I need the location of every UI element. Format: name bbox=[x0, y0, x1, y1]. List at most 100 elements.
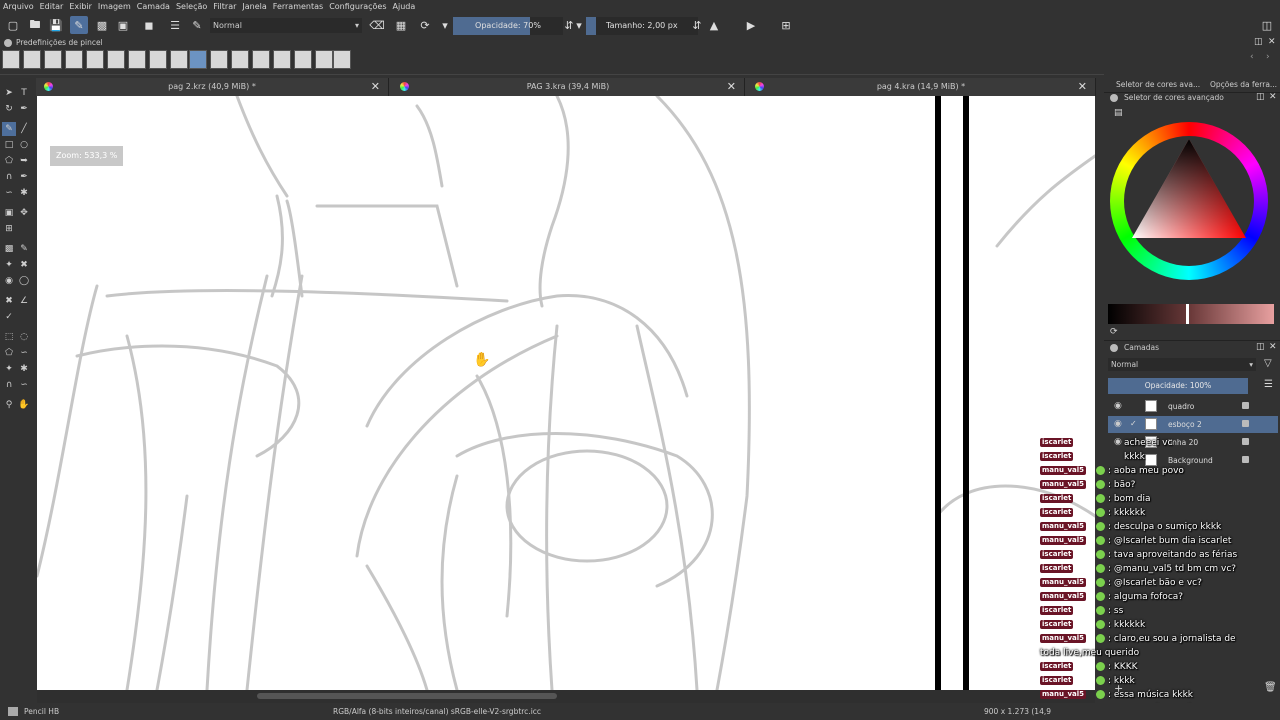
crop-tool-icon[interactable]: ⊞ bbox=[2, 222, 16, 236]
tab-pag-3[interactable]: PAG 3.kra (39,4 MiB) ✕ bbox=[392, 78, 745, 96]
mirror-horizontal-icon[interactable]: ▲ bbox=[705, 16, 723, 34]
menu-selecao[interactable]: Seleção bbox=[173, 0, 210, 13]
transform-tool-icon[interactable]: ▣ bbox=[2, 206, 16, 220]
bezier-select-icon[interactable]: ∩ bbox=[2, 378, 16, 392]
size-slider[interactable]: Tamanho: 2,00 px bbox=[586, 17, 698, 35]
tab-tool-options[interactable]: Opções da ferra... bbox=[1210, 78, 1277, 92]
tab-pag-2[interactable]: pag 2.krz (40,9 MiB) * ✕ bbox=[36, 78, 389, 96]
zoom-tool-icon[interactable]: ⚲ bbox=[2, 398, 16, 412]
brush-preset[interactable] bbox=[128, 50, 146, 69]
status-color-space[interactable]: RGB/Alfa (8-bits inteiros/canal) sRGB-el… bbox=[333, 703, 541, 720]
float-icon[interactable]: ◫ bbox=[1254, 37, 1263, 47]
layer-row-quadro[interactable]: ◉ quadro bbox=[1108, 398, 1278, 415]
dynamic-brush-icon[interactable]: ∽ bbox=[2, 186, 16, 200]
check-icon[interactable]: ✓ bbox=[1130, 419, 1137, 428]
open-folder-icon[interactable]: 🖿 bbox=[26, 16, 44, 34]
tab-color-selector[interactable]: Seletor de cores ava... bbox=[1116, 78, 1200, 92]
save-icon[interactable]: 💾 bbox=[47, 16, 65, 34]
move-tool-icon[interactable]: ✥ bbox=[17, 206, 31, 220]
brush-preset[interactable] bbox=[149, 50, 167, 69]
reload-preset-icon[interactable]: ⟳ bbox=[416, 16, 434, 34]
fill-tool-icon[interactable]: ◉ bbox=[2, 274, 16, 288]
calligraphy-icon[interactable]: ✒ bbox=[17, 102, 31, 116]
brush-preset[interactable] bbox=[210, 50, 228, 69]
menu-filtrar[interactable]: Filtrar bbox=[210, 0, 239, 13]
brush-preset[interactable] bbox=[44, 50, 62, 69]
brush-preset[interactable] bbox=[2, 50, 20, 69]
chevron-down-icon[interactable]: ▾ bbox=[436, 16, 454, 34]
color-slider-handle[interactable] bbox=[1186, 304, 1189, 324]
pan-tool-icon[interactable]: ✋ bbox=[17, 398, 31, 412]
contiguous-select-icon[interactable]: ✦ bbox=[2, 362, 16, 376]
close-icon[interactable]: ✕ bbox=[1269, 342, 1277, 352]
saturation-value-triangle[interactable] bbox=[1124, 136, 1254, 266]
menu-icon[interactable]: ☰ bbox=[1264, 379, 1273, 390]
brush-preset[interactable] bbox=[23, 50, 41, 69]
freehand-brush-icon[interactable]: ✎ bbox=[2, 122, 16, 136]
filter-icon[interactable]: ▽ bbox=[1264, 358, 1272, 369]
brush-preset-icon[interactable]: ✎ bbox=[70, 16, 88, 34]
close-icon[interactable]: ✕ bbox=[1078, 80, 1087, 93]
menu-ferramentas[interactable]: Ferramentas bbox=[270, 0, 326, 13]
edit-brush-icon[interactable]: ✎ bbox=[188, 16, 206, 34]
color-history-bar[interactable] bbox=[1108, 304, 1274, 324]
brush-preset-selected[interactable] bbox=[189, 50, 207, 69]
pin-icon[interactable]: ✓ bbox=[2, 310, 16, 324]
chevron-left-icon[interactable]: ‹ bbox=[1250, 52, 1254, 62]
rectangle-tool-icon[interactable]: □ bbox=[2, 138, 16, 152]
eye-icon[interactable]: ◉ bbox=[1114, 398, 1122, 415]
bezier-tool-icon[interactable]: ∩ bbox=[2, 170, 16, 184]
freehand-select-icon[interactable]: ∽ bbox=[17, 346, 31, 360]
drawing-canvas[interactable]: Zoom: 533,3 % ✋ bbox=[37, 96, 1095, 690]
close-icon[interactable]: ✕ bbox=[727, 80, 736, 93]
chevron-right-icon[interactable]: › bbox=[1266, 52, 1270, 62]
select-shapes-icon[interactable]: ➤ bbox=[2, 86, 16, 100]
eraser-icon[interactable]: ⌫ bbox=[368, 16, 386, 34]
ellipse-select-icon[interactable]: ◌ bbox=[17, 330, 31, 344]
lock-icon[interactable] bbox=[1242, 420, 1249, 427]
scrollbar-thumb[interactable] bbox=[257, 693, 557, 699]
measure-tool-icon[interactable]: ∠ bbox=[17, 294, 31, 308]
lock-icon[interactable] bbox=[1242, 402, 1249, 409]
smart-patch-icon[interactable]: ✦ bbox=[2, 258, 16, 272]
refresh-icon[interactable]: ⟳ bbox=[1110, 327, 1118, 337]
brush-preset[interactable] bbox=[333, 50, 351, 69]
ellipse-tool-icon[interactable]: ○ bbox=[17, 138, 31, 152]
rect-select-icon[interactable]: ⬚ bbox=[2, 330, 16, 344]
edit-shapes-icon[interactable]: ↻ bbox=[2, 102, 16, 116]
menu-arquivo[interactable]: Arquivo bbox=[0, 0, 37, 13]
brush-preset[interactable] bbox=[65, 50, 83, 69]
pattern-icon[interactable]: ▣ bbox=[114, 16, 132, 34]
menu-imagem[interactable]: Imagem bbox=[95, 0, 134, 13]
polyline-tool-icon[interactable]: ➥ bbox=[17, 154, 31, 168]
horizontal-scrollbar[interactable] bbox=[37, 690, 1095, 703]
color-picker-icon[interactable]: ✎ bbox=[17, 242, 31, 256]
brush-preset[interactable] bbox=[231, 50, 249, 69]
reference-tool-icon[interactable]: ✖ bbox=[2, 294, 16, 308]
magnetic-select-icon[interactable]: ∽ bbox=[17, 378, 31, 392]
size-stepper-icon[interactable]: ⇵ bbox=[688, 16, 706, 34]
assistant-tool-icon[interactable]: ✖ bbox=[17, 258, 31, 272]
new-document-icon[interactable]: ▢ bbox=[4, 16, 22, 34]
line-tool-icon[interactable]: ╱ bbox=[17, 122, 31, 136]
brush-preset[interactable] bbox=[107, 50, 125, 69]
brush-preset[interactable] bbox=[170, 50, 188, 69]
layer-blend-select[interactable]: Normal ▾ bbox=[1108, 358, 1256, 371]
settings-icon[interactable]: ▤ bbox=[1114, 108, 1123, 118]
brush-settings-icon[interactable]: ☰ bbox=[166, 16, 184, 34]
eye-icon[interactable]: ◉ bbox=[1114, 416, 1122, 433]
similar-select-icon[interactable]: ✱ bbox=[17, 362, 31, 376]
menu-janela[interactable]: Janela bbox=[239, 0, 269, 13]
brush-preset[interactable] bbox=[252, 50, 270, 69]
menu-exibir[interactable]: Exibir bbox=[66, 0, 95, 13]
polygon-tool-icon[interactable]: ⬠ bbox=[2, 154, 16, 168]
wrap-around-icon[interactable]: ⊞ bbox=[777, 16, 795, 34]
close-icon[interactable]: ✕ bbox=[1269, 92, 1277, 102]
mirror-vertical-icon[interactable]: ▶ bbox=[742, 16, 760, 34]
text-tool-icon[interactable]: T bbox=[17, 86, 31, 100]
float-icon[interactable]: ◫ bbox=[1256, 342, 1265, 352]
brush-preset[interactable] bbox=[86, 50, 104, 69]
float-icon[interactable]: ◫ bbox=[1256, 92, 1265, 102]
opacity-slider[interactable]: Opacidade: 70% bbox=[453, 17, 563, 35]
multibrush-icon[interactable]: ✱ bbox=[17, 186, 31, 200]
